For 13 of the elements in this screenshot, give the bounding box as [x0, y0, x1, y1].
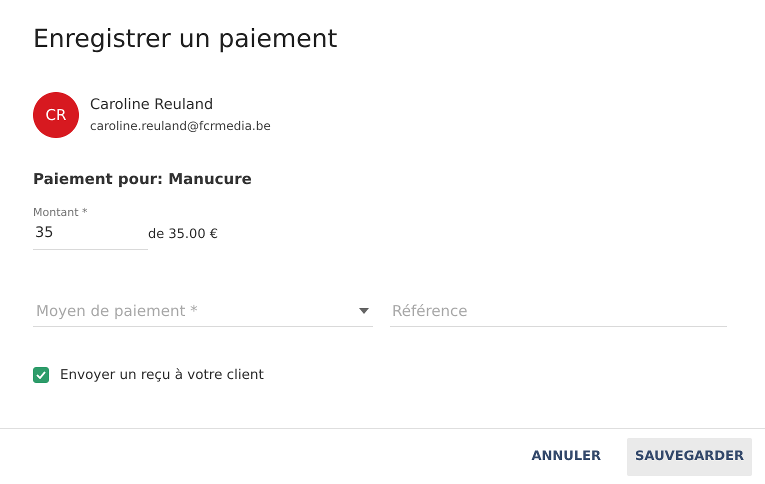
caret-icon — [359, 308, 369, 314]
amount-total: de 35.00 € — [148, 226, 218, 242]
avatar: CR — [33, 92, 79, 138]
client-name: Caroline Reuland — [90, 97, 214, 113]
client-email: caroline.reuland@fcrmedia.be — [90, 119, 271, 133]
checkbox-label: Envoyer un reçu à votre client — [60, 367, 264, 383]
field-label: Montant * — [33, 206, 89, 219]
save-button[interactable]: SAUVEGARDER — [627, 438, 752, 476]
dialog-title: Enregistrer un paiement — [33, 24, 338, 55]
section-heading: Paiement pour: Manucure — [33, 170, 253, 188]
receipt-checkbox[interactable] — [33, 367, 49, 383]
cancel-button[interactable]: ANNULER — [523, 438, 610, 476]
check-icon — [36, 371, 46, 379]
